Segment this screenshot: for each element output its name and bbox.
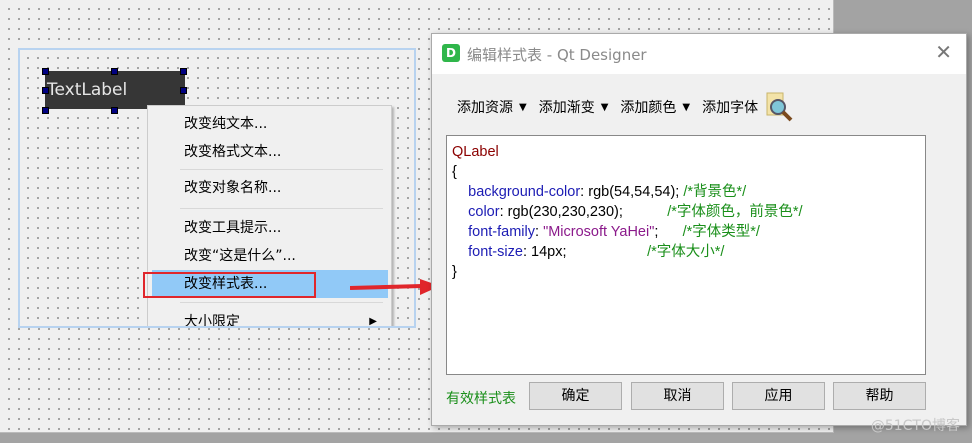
add-resource-button[interactable]: 添加资源 — [457, 97, 513, 117]
menu-separator — [180, 208, 383, 209]
dialog-title: 编辑样式表 - Qt Designer — [467, 46, 647, 64]
menu-separator — [180, 302, 383, 303]
resize-handle[interactable] — [111, 68, 118, 75]
edit-stylesheet-dialog: D 编辑样式表 - Qt Designer ✕ 添加资源 ▼ 添加渐变 ▼ 添加颜色… — [431, 33, 967, 426]
menu-item-size-constraints[interactable]: 大小限定 ▶ — [148, 308, 391, 328]
apply-button[interactable]: 应用 — [732, 382, 825, 410]
ok-button[interactable]: 确定 — [529, 382, 622, 410]
annotation-highlight-box — [143, 272, 316, 298]
code-brace: { — [452, 164, 457, 180]
dropdown-arrow-icon[interactable]: ▼ — [519, 102, 527, 113]
toolbar: 添加资源 ▼ 添加渐变 ▼ 添加颜色 ▼ 添加字体 — [457, 92, 796, 122]
stylesheet-text-editor[interactable]: QLabel { background-color: rgb(54,54,54);… — [446, 135, 926, 375]
watermark: @51CTO博客 — [870, 418, 960, 434]
resize-handle[interactable] — [42, 87, 49, 94]
submenu-arrow-icon: ▶ — [369, 316, 377, 327]
resize-handle[interactable] — [111, 107, 118, 114]
menu-item-change-rich-text[interactable]: 改变格式文本... — [148, 138, 391, 166]
dropdown-arrow-icon[interactable]: ▼ — [601, 102, 609, 113]
menu-item-change-plain-text[interactable]: 改变纯文本... — [148, 110, 391, 138]
add-font-button[interactable]: 添加字体 — [702, 97, 758, 117]
text-label-widget[interactable]: TextLabel — [45, 71, 185, 109]
resize-handle[interactable] — [180, 68, 187, 75]
code-line: font-family: "Microsoft YaHei"; /*字体类型*/ — [468, 224, 760, 240]
menu-item-change-tooltip[interactable]: 改变工具提示... — [148, 214, 391, 242]
add-gradient-button[interactable]: 添加渐变 — [539, 97, 595, 117]
code-brace: } — [452, 264, 457, 280]
close-icon[interactable]: ✕ — [935, 40, 952, 64]
resize-handle[interactable] — [42, 68, 49, 75]
resize-handle[interactable] — [180, 87, 187, 94]
code-line: color: rgb(230,230,230); /*字体颜色，前景色*/ — [468, 204, 803, 220]
menu-item-change-object-name[interactable]: 改变对象名称... — [148, 174, 391, 202]
dropdown-arrow-icon[interactable]: ▼ — [682, 102, 690, 113]
title-bar: D 编辑样式表 - Qt Designer ✕ — [432, 34, 966, 74]
preview-magnifier-icon[interactable] — [764, 92, 796, 122]
code-line: font-size: 14px; /*字体大小*/ — [468, 244, 725, 260]
menu-separator — [180, 169, 383, 170]
cancel-button[interactable]: 取消 — [631, 382, 724, 410]
resize-handle[interactable] — [42, 107, 49, 114]
help-button[interactable]: 帮助 — [833, 382, 926, 410]
code-line: background-color: rgb(54,54,54); /*背景色*/ — [468, 184, 747, 200]
menu-item-label: 大小限定 — [184, 314, 240, 328]
code-selector: QLabel — [452, 144, 499, 160]
annotation-arrow-icon — [350, 279, 440, 295]
add-color-button[interactable]: 添加颜色 — [620, 97, 676, 117]
menu-item-change-whats-this[interactable]: 改变“这是什么”... — [148, 242, 391, 270]
validity-status: 有效样式表 — [446, 391, 516, 407]
qt-designer-app-icon: D — [442, 44, 460, 62]
